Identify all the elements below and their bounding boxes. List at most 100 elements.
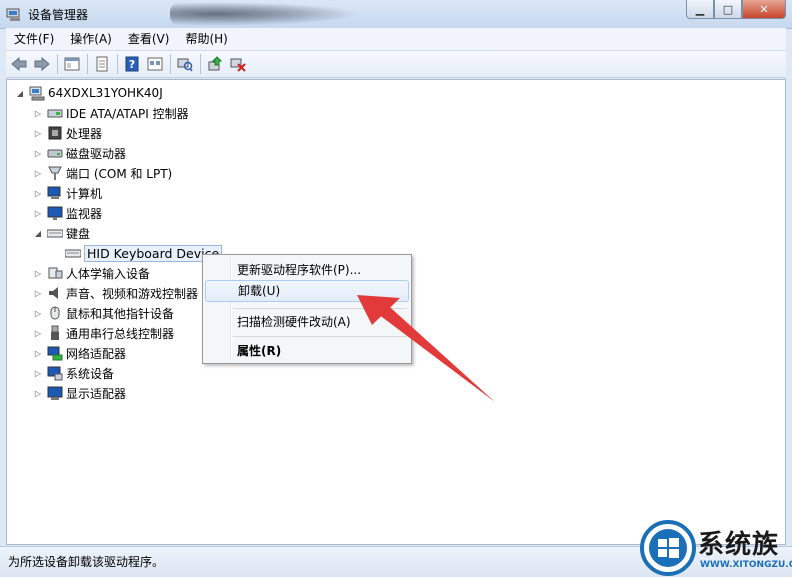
menu-view[interactable]: 查看(V): [120, 28, 178, 50]
expand-icon[interactable]: ▷: [33, 203, 43, 223]
update-driver-button[interactable]: [204, 53, 226, 75]
expand-icon[interactable]: ▷: [33, 343, 43, 363]
expand-icon[interactable]: ▷: [33, 123, 43, 143]
tree-item-label: 磁盘驱动器: [66, 146, 127, 161]
menu-separator: [233, 336, 407, 337]
expand-icon[interactable]: ▷: [33, 283, 43, 303]
expand-icon[interactable]: ▷: [33, 163, 43, 183]
properties-icon: [96, 56, 108, 72]
usb-icon: [47, 325, 63, 341]
menu-scan-hardware[interactable]: 扫描检测硬件改动(A): [205, 311, 409, 333]
network-adapter-icon: [47, 345, 63, 361]
tree-item-label: 计算机: [66, 186, 103, 201]
help-icon: ?: [125, 56, 139, 72]
toolbar-separator: [170, 54, 171, 74]
tree-item-label: 网络适配器: [66, 346, 127, 361]
tree-item-label: 处理器: [66, 126, 103, 141]
toolbar: ?: [6, 50, 786, 78]
tree-item-ide[interactable]: ▷ IDE ATA/ATAPI 控制器: [33, 103, 189, 123]
window-title: 设备管理器: [28, 8, 89, 22]
view-button[interactable]: [144, 53, 166, 75]
scan-hardware-button[interactable]: [174, 53, 196, 75]
back-button[interactable]: [8, 53, 30, 75]
tree-item-label: 鼠标和其他指针设备: [66, 306, 175, 321]
console-tree-icon: [64, 57, 80, 71]
properties-button[interactable]: [91, 53, 113, 75]
keyboard-icon: [47, 225, 63, 241]
blurred-region: [170, 2, 360, 26]
expand-icon[interactable]: ▷: [33, 143, 43, 163]
toolbar-separator: [200, 54, 201, 74]
menu-uninstall[interactable]: 卸载(U): [205, 280, 409, 302]
tree-item-ports[interactable]: ▷ 端口 (COM 和 LPT): [33, 163, 172, 183]
expand-icon[interactable]: ▷: [33, 363, 43, 383]
maximize-button[interactable]: □: [714, 0, 742, 19]
tree-item-system[interactable]: ▷ 系统设备: [33, 363, 114, 383]
watermark-url: WWW.XITONGZU.COM: [700, 560, 792, 570]
watermark: 系统族 WWW.XITONGZU.COM: [640, 520, 792, 576]
window-controls: ▁ □ ✕: [686, 0, 786, 19]
forward-arrow-icon: [34, 57, 50, 71]
tree-item-disk[interactable]: ▷ 磁盘驱动器: [33, 143, 126, 163]
tree-item-keyboard[interactable]: ◢ 键盘: [33, 223, 90, 243]
toolbar-separator: [87, 54, 88, 74]
expand-icon[interactable]: ▷: [33, 323, 43, 343]
uninstall-toolbar-button[interactable]: [227, 53, 249, 75]
tree-item-computer[interactable]: ▷ 计算机: [33, 183, 102, 203]
tree-item-network[interactable]: ▷ 网络适配器: [33, 343, 126, 363]
collapse-icon[interactable]: ◢: [33, 223, 43, 243]
port-icon: [47, 165, 63, 181]
disk-drive-icon: [47, 145, 63, 161]
expand-icon[interactable]: ▷: [33, 303, 43, 323]
monitor-icon: [47, 205, 63, 221]
xitongzu-logo-icon: [640, 520, 696, 576]
forward-button[interactable]: [31, 53, 53, 75]
menu-properties[interactable]: 属性(R): [205, 340, 409, 362]
menu-help[interactable]: 帮助(H): [177, 28, 235, 50]
tree-item-hid-keyboard[interactable]: HID Keyboard Device: [51, 243, 223, 263]
svg-text:?: ?: [129, 58, 135, 71]
uninstall-icon: [230, 58, 246, 72]
hid-icon: [47, 265, 63, 281]
minimize-button[interactable]: ▁: [686, 0, 714, 19]
help-button[interactable]: ?: [121, 53, 143, 75]
expand-icon[interactable]: ▷: [33, 383, 43, 403]
tree-item-usb[interactable]: ▷ 通用串行总线控制器: [33, 323, 174, 343]
processor-icon: [47, 125, 63, 141]
collapse-icon[interactable]: ◢: [15, 83, 25, 103]
toolbar-separator: [117, 54, 118, 74]
tree-item-label: 端口 (COM 和 LPT): [66, 166, 173, 181]
tree-root[interactable]: ◢ 64XDXL31YOHK40J: [15, 83, 163, 103]
back-arrow-icon: [11, 57, 27, 71]
tree-item-monitor[interactable]: ▷ 监视器: [33, 203, 102, 223]
tree-item-display[interactable]: ▷ 显示适配器: [33, 383, 126, 403]
menu-update-driver[interactable]: 更新驱动程序软件(P)...: [205, 259, 409, 281]
expand-icon[interactable]: ▷: [33, 103, 43, 123]
tree-item-sound[interactable]: ▷ 声音、视频和游戏控制器: [33, 283, 198, 303]
computer-icon: [47, 185, 63, 201]
ide-controller-icon: [47, 105, 63, 121]
menu-separator: [233, 308, 407, 309]
show-hide-tree-button[interactable]: [61, 53, 83, 75]
update-driver-icon: [208, 56, 223, 71]
tree-item-hid[interactable]: ▷ 人体学输入设备: [33, 263, 150, 283]
tree-item-processor[interactable]: ▷ 处理器: [33, 123, 102, 143]
tree-item-label: 键盘: [66, 226, 91, 241]
display-adapter-icon: [47, 385, 63, 401]
computer-icon: [29, 85, 45, 101]
menu-file[interactable]: 文件(F): [6, 28, 62, 50]
tree-item-label: 监视器: [66, 206, 103, 221]
tree-item-mouse[interactable]: ▷ 鼠标和其他指针设备: [33, 303, 174, 323]
tree-item-label: 显示适配器: [66, 386, 127, 401]
close-button[interactable]: ✕: [742, 0, 786, 19]
context-menu: 更新驱动程序软件(P)... 卸载(U) 扫描检测硬件改动(A) 属性(R): [202, 254, 412, 364]
tree-item-label: 通用串行总线控制器: [66, 326, 175, 341]
watermark-name: 系统族: [698, 530, 780, 560]
tree-item-label: 人体学输入设备: [66, 266, 151, 281]
menu-action[interactable]: 操作(A): [62, 28, 120, 50]
toolbar-separator: [57, 54, 58, 74]
expand-icon[interactable]: ▷: [33, 183, 43, 203]
mouse-icon: [47, 305, 63, 321]
expand-icon[interactable]: ▷: [33, 263, 43, 283]
